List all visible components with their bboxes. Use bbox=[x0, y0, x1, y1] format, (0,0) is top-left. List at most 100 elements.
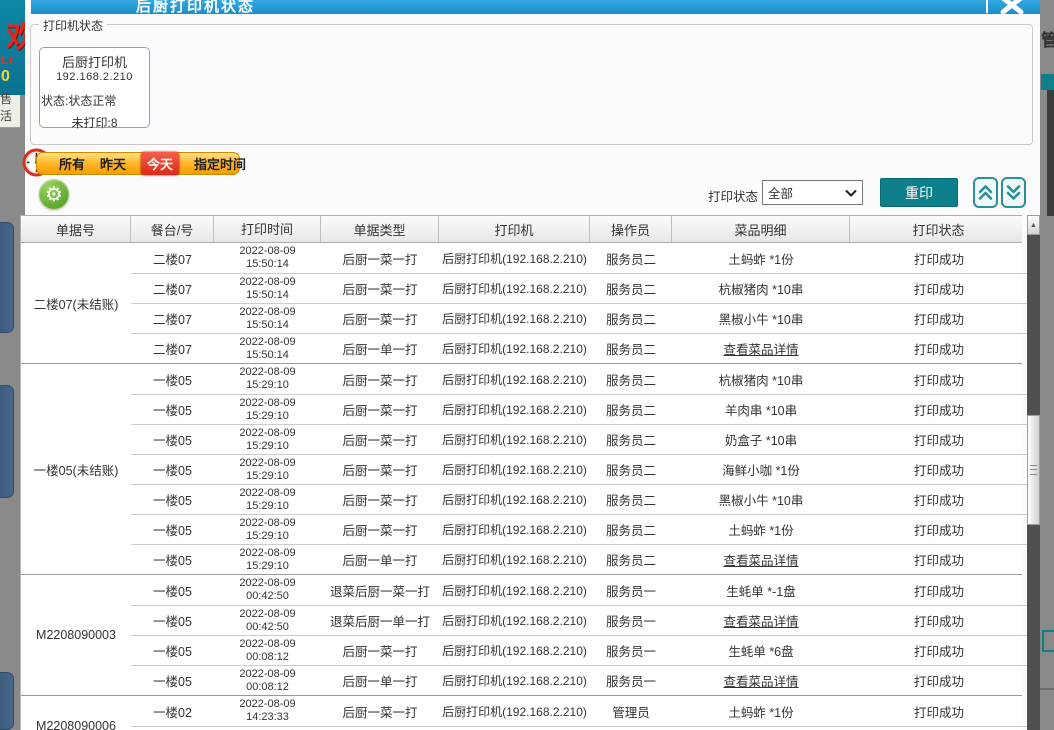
dish-detail-cell: 海鲜小咖 *1份 bbox=[672, 455, 850, 484]
doc-type-cell: 后厨一菜一打 bbox=[321, 485, 439, 514]
table-no-cell: 一楼05 bbox=[131, 606, 214, 635]
table-no-cell: 一楼05 bbox=[131, 636, 214, 665]
table-row: 一楼052022-08-0915:29:10后厨一菜一打后厨打印机(192.16… bbox=[131, 394, 1028, 424]
table-no-cell: 一楼05 bbox=[131, 545, 214, 574]
doc-type-cell: 后厨一菜一打 bbox=[321, 364, 439, 394]
doc-type-cell: 后厨一菜一打 bbox=[321, 425, 439, 454]
header-cell: 打印状态 bbox=[850, 216, 1028, 242]
dish-detail-cell: 黑椒小牛 *10串 bbox=[672, 485, 850, 514]
printer-cell: 后厨打印机(192.168.2.210) bbox=[439, 274, 590, 303]
printer-cell: 后厨打印机(192.168.2.210) bbox=[439, 425, 590, 454]
view-dish-detail-link[interactable]: 查看菜品详情 bbox=[723, 339, 798, 358]
print-status-cell: 打印成功 bbox=[850, 696, 1028, 726]
print-status-select[interactable]: 全部 bbox=[762, 180, 863, 205]
scroll-bottom-button[interactable] bbox=[1001, 177, 1026, 208]
table-scrollbar[interactable]: ▲ bbox=[1027, 215, 1040, 730]
printer-cell: 后厨打印机(192.168.2.210) bbox=[439, 575, 590, 605]
doc-type-cell: 后厨一单一打 bbox=[321, 334, 439, 363]
dish-detail-text: 黑椒小牛 *10串 bbox=[719, 490, 804, 509]
kitchen-printer-status-dialog: 后厨打印机状态 打印机状态 后厨打印机 192.168.2.210 状态:状态正… bbox=[25, 0, 1040, 730]
header-cell: 操作员 bbox=[590, 216, 672, 242]
doc-type-cell: 后厨一单一打 bbox=[321, 545, 439, 574]
printer-cell: 后厨打印机(192.168.2.210) bbox=[439, 696, 590, 726]
table-row: 二楼072022-08-0915:50:14后厨一单一打后厨打印机(192.16… bbox=[131, 333, 1028, 363]
background-side-button bbox=[0, 672, 14, 730]
filter-button-2[interactable]: 昨天 bbox=[100, 154, 126, 173]
table-row: 二楼072022-08-0915:50:14后厨一菜一打后厨打印机(192.16… bbox=[131, 243, 1028, 273]
printer-ip: 192.168.2.210 bbox=[40, 71, 149, 83]
printer-cell: 后厨打印机(192.168.2.210) bbox=[439, 636, 590, 665]
filter-button-3[interactable]: 今天 bbox=[141, 152, 179, 175]
background-left-tab: 售活 bbox=[0, 95, 20, 128]
dish-detail-text: 杭椒猪肉 *10串 bbox=[719, 370, 804, 389]
operator-cell: 服务员一 bbox=[590, 666, 672, 695]
background-side-button bbox=[0, 222, 14, 333]
view-dish-detail-link[interactable]: 查看菜品详情 bbox=[723, 550, 798, 569]
table-row: 一楼052022-08-0900:08:12后厨一单一打后厨打印机(192.16… bbox=[131, 665, 1028, 695]
printer-name: 后厨打印机 bbox=[40, 52, 149, 71]
print-status-cell: 打印成功 bbox=[850, 575, 1028, 605]
view-dish-detail-link[interactable]: 查看菜品详情 bbox=[723, 611, 798, 630]
print-time-cell: 2022-08-0914:23:33 bbox=[214, 696, 321, 726]
background-right-fragment bbox=[1042, 630, 1054, 652]
table-no-cell: 二楼07 bbox=[131, 243, 214, 273]
table-no-cell: 一楼05 bbox=[131, 575, 214, 605]
scroll-top-button[interactable] bbox=[973, 177, 998, 208]
scrollbar-thumb[interactable] bbox=[1027, 415, 1040, 525]
doc-type-cell: 后厨一菜一打 bbox=[321, 696, 439, 726]
printer-status-panel: 打印机状态 后厨打印机 192.168.2.210 状态:状态正常 未打印:8 bbox=[30, 24, 1033, 145]
table-no-cell: 一楼05 bbox=[131, 364, 214, 394]
gear-icon[interactable]: ⚙ bbox=[39, 179, 69, 209]
print-status-cell: 打印成功 bbox=[850, 666, 1028, 695]
filter-button-4[interactable]: 指定时间 bbox=[194, 154, 246, 173]
chevron-down-icon bbox=[843, 185, 859, 201]
time-filter-bar: 所有昨天今天指定时间 bbox=[36, 152, 240, 175]
dish-detail-cell: 查看菜品详情 bbox=[672, 545, 850, 574]
table-no-cell: 一楼02 bbox=[131, 696, 214, 726]
header-cell: 单据号 bbox=[21, 216, 131, 242]
background-right-line bbox=[1040, 688, 1054, 690]
dish-detail-text: 生蚝单 *6盘 bbox=[728, 641, 793, 660]
dish-detail-cell: 土蚂蚱 *1份 bbox=[672, 243, 850, 273]
dish-detail-cell: 土蚂蚱 *1份 bbox=[672, 515, 850, 544]
titlebar-separator bbox=[986, 0, 988, 13]
print-status-cell: 打印成功 bbox=[850, 395, 1028, 424]
close-icon[interactable] bbox=[998, 0, 1026, 14]
printer-cell: 后厨打印机(192.168.2.210) bbox=[439, 395, 590, 424]
print-status-cell: 打印成功 bbox=[850, 304, 1028, 333]
print-time-cell: 2022-08-0915:29:10 bbox=[214, 455, 321, 484]
doc-type-cell: 后厨一菜一打 bbox=[321, 515, 439, 544]
view-dish-detail-link[interactable]: 查看菜品详情 bbox=[723, 671, 798, 690]
scrollbar-up-arrow-icon[interactable]: ▲ bbox=[1027, 215, 1040, 235]
table-row: 一楼052022-08-0915:29:10后厨一单一打后厨打印机(192.16… bbox=[131, 544, 1028, 574]
print-status-label: 打印状态 bbox=[708, 186, 758, 205]
doc-type-cell: 后厨一菜一打 bbox=[321, 304, 439, 333]
printer-cell: 后厨打印机(192.168.2.210) bbox=[439, 485, 590, 514]
printer-card[interactable]: 后厨打印机 192.168.2.210 状态:状态正常 未打印:8 bbox=[39, 47, 150, 128]
filter-button-1[interactable]: 所有 bbox=[59, 154, 85, 173]
dialog-titlebar: 后厨打印机状态 bbox=[31, 0, 1040, 14]
background-side-button bbox=[0, 385, 14, 498]
background-right-bar bbox=[1041, 74, 1054, 90]
print-status-value: 全部 bbox=[768, 183, 793, 202]
reprint-button[interactable]: 重印 bbox=[880, 178, 958, 207]
print-status-cell: 打印成功 bbox=[850, 455, 1028, 484]
printer-cell: 后厨打印机(192.168.2.210) bbox=[439, 243, 590, 273]
doc-type-cell: 后厨一菜一打 bbox=[321, 455, 439, 484]
dish-detail-text: 海鲜小咖 *1份 bbox=[722, 460, 800, 479]
table-row: 一楼052022-08-0915:29:10后厨一菜一打后厨打印机(192.16… bbox=[131, 424, 1028, 454]
dialog-title: 后厨打印机状态 bbox=[136, 0, 255, 14]
operator-cell: 服务员一 bbox=[590, 575, 672, 605]
print-time-cell: 2022-08-0900:42:50 bbox=[214, 606, 321, 635]
print-status-cell: 打印成功 bbox=[850, 425, 1028, 454]
order-no-cell: M2208090006 bbox=[21, 696, 131, 730]
table-no-cell: 一楼05 bbox=[131, 455, 214, 484]
dish-detail-text: 羊肉串 *10串 bbox=[725, 400, 797, 419]
print-status-cell: 打印成功 bbox=[850, 545, 1028, 574]
operator-cell: 管理员 bbox=[590, 696, 672, 726]
print-status-cell: 打印成功 bbox=[850, 243, 1028, 273]
order-group: 二楼07(未结账)二楼072022-08-0915:50:14后厨一菜一打后厨打… bbox=[21, 243, 1022, 364]
dish-detail-text: 杭椒猪肉 *10串 bbox=[719, 279, 804, 298]
background-right-text: 管 bbox=[1041, 26, 1054, 64]
table-header-row: 单据号餐台/号打印时间单据类型打印机操作员菜品明细打印状态 bbox=[20, 215, 1022, 243]
